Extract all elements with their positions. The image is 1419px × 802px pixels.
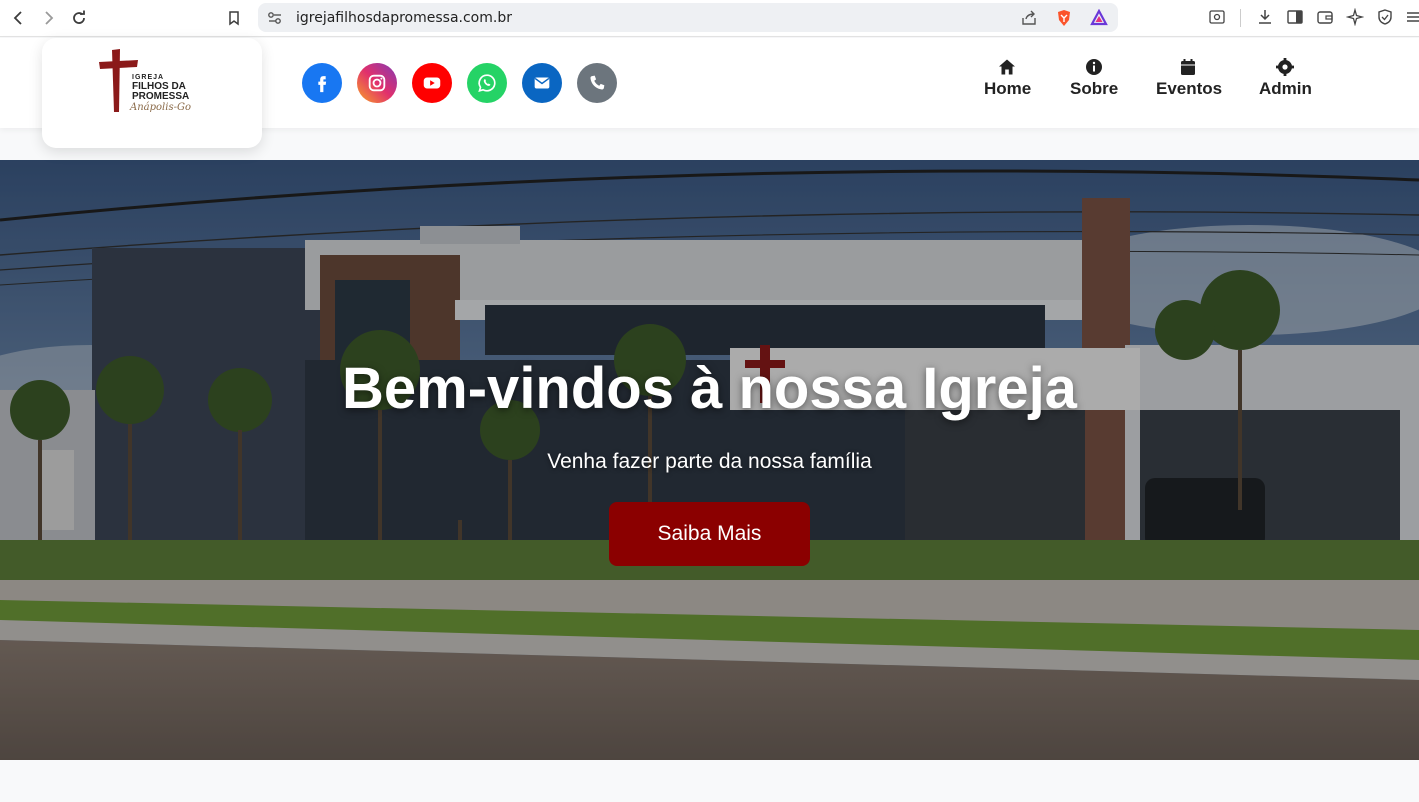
logo-signature: Anápolis-Go bbox=[130, 102, 191, 113]
vpn-shield-icon[interactable] bbox=[1376, 8, 1394, 26]
phone-button[interactable] bbox=[577, 63, 617, 103]
address-bar[interactable]: igrejafilhosdapromessa.com.br bbox=[258, 3, 1118, 32]
site-settings-icon[interactable] bbox=[266, 9, 284, 27]
nav-sobre-label: Sobre bbox=[1070, 79, 1119, 98]
instagram-button[interactable] bbox=[357, 63, 397, 103]
email-button[interactable] bbox=[522, 63, 562, 103]
logo[interactable]: IGREJA FILHOS DA PROMESSA Anápolis-Go bbox=[42, 38, 262, 148]
info-icon bbox=[1085, 59, 1102, 75]
nav-home-label: Home bbox=[984, 79, 1032, 98]
youtube-button[interactable] bbox=[412, 63, 452, 103]
gear-icon bbox=[1276, 58, 1294, 76]
bookmark-icon[interactable] bbox=[224, 8, 244, 28]
saiba-mais-button[interactable]: Saiba Mais bbox=[609, 502, 810, 566]
sidebar-icon[interactable] bbox=[1286, 8, 1304, 26]
phone-icon bbox=[590, 75, 605, 90]
url-text[interactable]: igrejafilhosdapromessa.com.br bbox=[296, 10, 512, 26]
nav-sobre[interactable]: Sobre bbox=[1070, 58, 1119, 99]
nav-eventos-label: Eventos bbox=[1156, 79, 1223, 98]
envelope-icon bbox=[534, 77, 550, 89]
instagram-icon bbox=[368, 74, 386, 92]
nav-admin[interactable]: Admin bbox=[1259, 58, 1312, 99]
reader-icon[interactable] bbox=[1208, 8, 1226, 26]
brave-shield-icon[interactable] bbox=[1055, 9, 1073, 27]
facebook-button[interactable] bbox=[302, 63, 342, 103]
forward-icon[interactable] bbox=[38, 8, 58, 28]
leo-ai-icon[interactable] bbox=[1346, 8, 1364, 26]
wallet-icon[interactable] bbox=[1316, 8, 1334, 26]
nav-eventos[interactable]: Eventos bbox=[1156, 58, 1223, 99]
menu-icon[interactable] bbox=[1404, 8, 1419, 26]
whatsapp-icon bbox=[478, 74, 496, 92]
share-icon[interactable] bbox=[1020, 9, 1038, 27]
nav-admin-label: Admin bbox=[1259, 79, 1312, 98]
hero-section: Bem-vindos à nossa Igreja Venha fazer pa… bbox=[0, 160, 1419, 760]
youtube-icon bbox=[423, 77, 441, 89]
browser-toolbar: igrejafilhosdapromessa.com.br bbox=[0, 0, 1419, 37]
logo-line1: IGREJA bbox=[132, 74, 165, 81]
hero-title: Bem-vindos à nossa Igreja bbox=[342, 356, 1077, 421]
nav-home[interactable]: Home bbox=[984, 58, 1032, 99]
whatsapp-button[interactable] bbox=[467, 63, 507, 103]
logo-line3: PROMESSA bbox=[132, 91, 190, 102]
calendar-icon bbox=[1181, 59, 1195, 75]
brave-rewards-icon[interactable] bbox=[1090, 9, 1108, 27]
toolbar-divider bbox=[1240, 9, 1241, 27]
reload-icon[interactable] bbox=[69, 8, 89, 28]
facebook-icon bbox=[318, 76, 327, 93]
hero-subtitle: Venha fazer parte da nossa família bbox=[547, 450, 872, 473]
back-icon[interactable] bbox=[9, 8, 29, 28]
home-icon bbox=[999, 59, 1015, 75]
download-icon[interactable] bbox=[1256, 8, 1274, 26]
